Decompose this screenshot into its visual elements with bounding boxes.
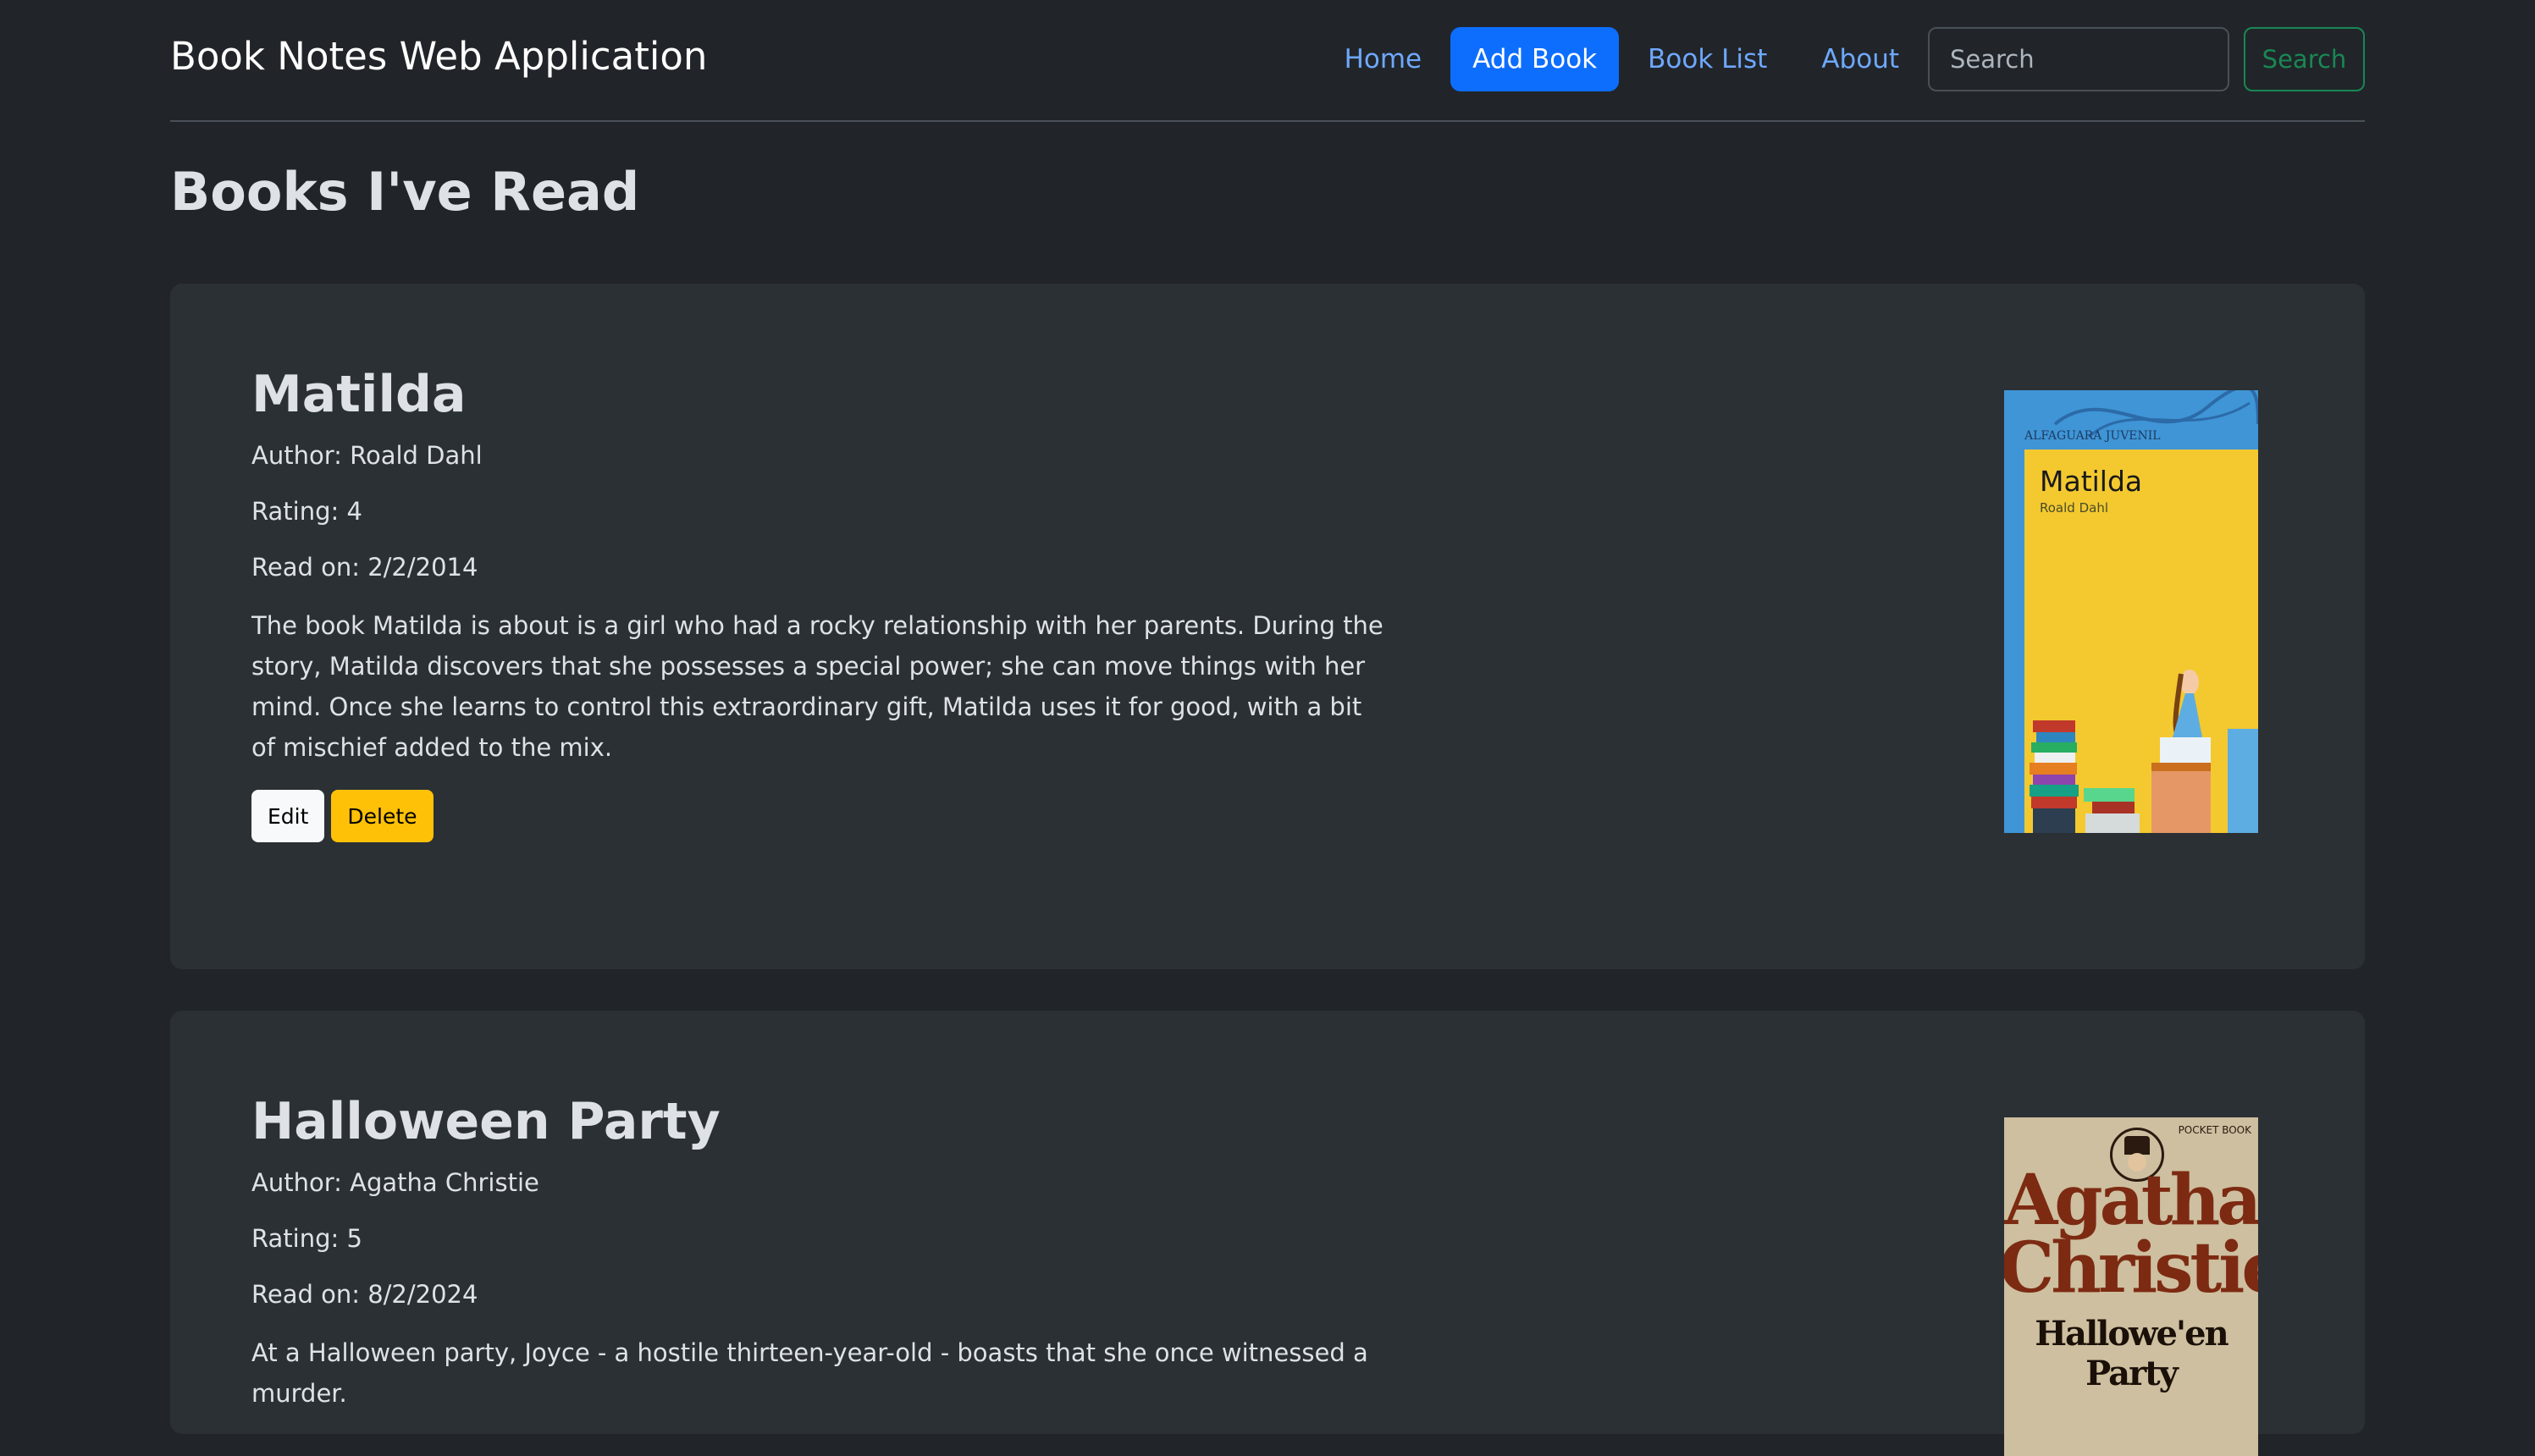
book-read-date: Read on: 8/2/2024 bbox=[251, 1280, 478, 1309]
search-button[interactable]: Search bbox=[2244, 27, 2365, 91]
cover-pocket-badge: POCKET BOOK bbox=[2178, 1124, 2251, 1136]
book-author: Author: Roald Dahl bbox=[251, 441, 483, 470]
nav-links: Home Add Book Book List About Search bbox=[1317, 27, 2365, 91]
navbar-brand[interactable]: Book Notes Web Application bbox=[170, 34, 707, 79]
cover-hat-icon bbox=[2124, 1136, 2150, 1155]
nav-link-book-list[interactable]: Book List bbox=[1621, 44, 1794, 74]
cover-title: Hallowe'en Party bbox=[2035, 1314, 2228, 1393]
page-title: Books I've Read bbox=[170, 161, 640, 223]
book-actions: Edit Delete bbox=[251, 790, 1386, 842]
book-title: Matilda bbox=[251, 365, 467, 424]
cover-spine bbox=[2004, 390, 2024, 833]
nav-link-home[interactable]: Home bbox=[1317, 44, 1450, 74]
book-rating: Rating: 5 bbox=[251, 1224, 362, 1253]
edit-button[interactable]: Edit bbox=[251, 790, 325, 842]
book-notes: At a Halloween party, Joyce - a hostile … bbox=[251, 1338, 1368, 1408]
book-read-date: Read on: 2/2/2014 bbox=[251, 553, 478, 582]
cover-author: Roald Dahl bbox=[2040, 500, 2108, 516]
book-cover-image: ALFAGUARA JUVENIL Matilda Roald Dahl bbox=[2004, 390, 2258, 833]
book-notes: The book Matilda is about is a girl who … bbox=[251, 611, 1383, 762]
book-card: Halloween Party Author: Agatha Christie … bbox=[170, 1011, 2365, 1456]
nav-link-about[interactable]: About bbox=[1794, 44, 1926, 74]
cover-publisher: ALFAGUARA JUVENIL bbox=[2024, 429, 2161, 443]
book-title: Halloween Party bbox=[251, 1092, 721, 1151]
book-rating: Rating: 4 bbox=[251, 497, 362, 526]
cover-illustration-icon bbox=[2030, 670, 2258, 833]
book-cover-image: POCKET BOOK Agatha Christie Hallowe'en P… bbox=[2004, 1117, 2258, 1456]
nav-link-add-book[interactable]: Add Book bbox=[1450, 27, 1620, 91]
cover-author: Agatha Christie bbox=[2004, 1160, 2258, 1309]
book-card-body: Matilda Author: Roald Dahl Rating: 4 Rea… bbox=[251, 365, 1386, 842]
search-input[interactable] bbox=[1928, 27, 2229, 91]
book-card: Matilda Author: Roald Dahl Rating: 4 Rea… bbox=[170, 284, 2365, 969]
book-card-body: Halloween Party Author: Agatha Christie … bbox=[251, 1092, 1386, 1414]
delete-button[interactable]: Delete bbox=[331, 790, 434, 842]
navbar: Book Notes Web Application Home Add Book… bbox=[170, 0, 2365, 122]
cover-title: Matilda bbox=[2040, 465, 2143, 498]
book-author: Author: Agatha Christie bbox=[251, 1168, 539, 1197]
page-container: Book Notes Web Application Home Add Book… bbox=[170, 0, 2365, 1456]
